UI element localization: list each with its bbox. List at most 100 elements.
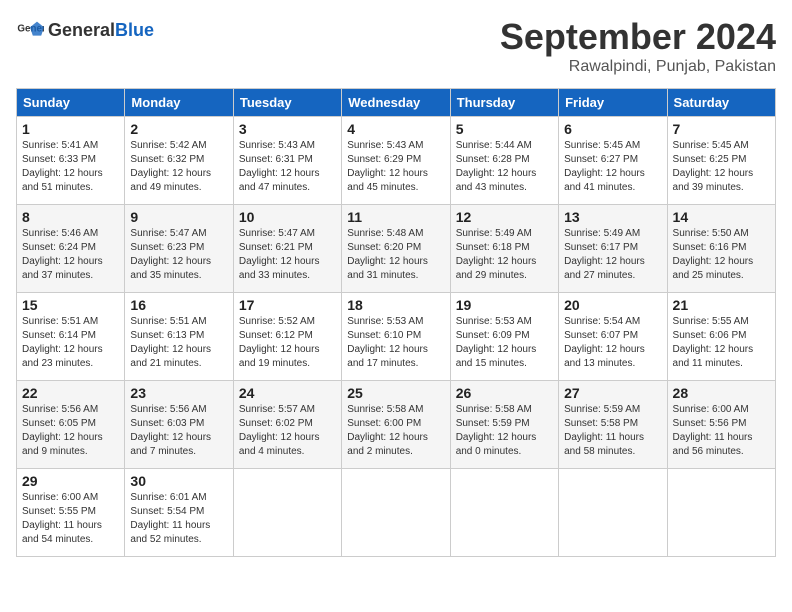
calendar-cell: 12 Sunrise: 5:49 AM Sunset: 6:18 PM Dayl… bbox=[450, 205, 558, 293]
calendar-cell: 15 Sunrise: 5:51 AM Sunset: 6:14 PM Dayl… bbox=[17, 293, 125, 381]
calendar-cell: 21 Sunrise: 5:55 AM Sunset: 6:06 PM Dayl… bbox=[667, 293, 775, 381]
day-number: 13 bbox=[564, 209, 661, 225]
calendar-cell: 1 Sunrise: 5:41 AM Sunset: 6:33 PM Dayli… bbox=[17, 117, 125, 205]
cell-info: Sunrise: 5:48 AM Sunset: 6:20 PM Dayligh… bbox=[347, 227, 444, 283]
weekday-header-tuesday: Tuesday bbox=[233, 89, 341, 117]
weekday-header-wednesday: Wednesday bbox=[342, 89, 450, 117]
weekday-header-monday: Monday bbox=[125, 89, 233, 117]
calendar-cell: 2 Sunrise: 5:42 AM Sunset: 6:32 PM Dayli… bbox=[125, 117, 233, 205]
day-number: 19 bbox=[456, 297, 553, 313]
page-header: General GeneralBlue September 2024 Rawal… bbox=[16, 16, 776, 76]
calendar-cell: 22 Sunrise: 5:56 AM Sunset: 6:05 PM Dayl… bbox=[17, 381, 125, 469]
title-section: September 2024 Rawalpindi, Punjab, Pakis… bbox=[500, 16, 776, 76]
day-number: 10 bbox=[239, 209, 336, 225]
cell-info: Sunrise: 5:55 AM Sunset: 6:06 PM Dayligh… bbox=[673, 315, 770, 371]
calendar-week-row: 1 Sunrise: 5:41 AM Sunset: 6:33 PM Dayli… bbox=[17, 117, 776, 205]
day-number: 29 bbox=[22, 473, 119, 489]
cell-info: Sunrise: 5:49 AM Sunset: 6:18 PM Dayligh… bbox=[456, 227, 553, 283]
cell-info: Sunrise: 6:00 AM Sunset: 5:56 PM Dayligh… bbox=[673, 403, 770, 459]
calendar-cell: 6 Sunrise: 5:45 AM Sunset: 6:27 PM Dayli… bbox=[559, 117, 667, 205]
cell-info: Sunrise: 5:50 AM Sunset: 6:16 PM Dayligh… bbox=[673, 227, 770, 283]
weekday-header-friday: Friday bbox=[559, 89, 667, 117]
cell-info: Sunrise: 5:43 AM Sunset: 6:31 PM Dayligh… bbox=[239, 139, 336, 195]
cell-info: Sunrise: 5:54 AM Sunset: 6:07 PM Dayligh… bbox=[564, 315, 661, 371]
calendar-cell: 11 Sunrise: 5:48 AM Sunset: 6:20 PM Dayl… bbox=[342, 205, 450, 293]
cell-info: Sunrise: 5:45 AM Sunset: 6:25 PM Dayligh… bbox=[673, 139, 770, 195]
calendar-cell: 28 Sunrise: 6:00 AM Sunset: 5:56 PM Dayl… bbox=[667, 381, 775, 469]
cell-info: Sunrise: 5:42 AM Sunset: 6:32 PM Dayligh… bbox=[130, 139, 227, 195]
day-number: 17 bbox=[239, 297, 336, 313]
calendar-cell: 18 Sunrise: 5:53 AM Sunset: 6:10 PM Dayl… bbox=[342, 293, 450, 381]
cell-info: Sunrise: 5:58 AM Sunset: 6:00 PM Dayligh… bbox=[347, 403, 444, 459]
calendar-cell: 9 Sunrise: 5:47 AM Sunset: 6:23 PM Dayli… bbox=[125, 205, 233, 293]
logo-text: GeneralBlue bbox=[48, 20, 154, 41]
cell-info: Sunrise: 5:57 AM Sunset: 6:02 PM Dayligh… bbox=[239, 403, 336, 459]
day-number: 6 bbox=[564, 121, 661, 137]
calendar-week-row: 15 Sunrise: 5:51 AM Sunset: 6:14 PM Dayl… bbox=[17, 293, 776, 381]
calendar-cell: 5 Sunrise: 5:44 AM Sunset: 6:28 PM Dayli… bbox=[450, 117, 558, 205]
day-number: 11 bbox=[347, 209, 444, 225]
calendar-cell: 19 Sunrise: 5:53 AM Sunset: 6:09 PM Dayl… bbox=[450, 293, 558, 381]
day-number: 15 bbox=[22, 297, 119, 313]
calendar-cell bbox=[559, 469, 667, 557]
day-number: 30 bbox=[130, 473, 227, 489]
day-number: 24 bbox=[239, 385, 336, 401]
calendar-cell: 16 Sunrise: 5:51 AM Sunset: 6:13 PM Dayl… bbox=[125, 293, 233, 381]
calendar-cell: 7 Sunrise: 5:45 AM Sunset: 6:25 PM Dayli… bbox=[667, 117, 775, 205]
cell-info: Sunrise: 5:59 AM Sunset: 5:58 PM Dayligh… bbox=[564, 403, 661, 459]
cell-info: Sunrise: 5:46 AM Sunset: 6:24 PM Dayligh… bbox=[22, 227, 119, 283]
calendar-cell bbox=[450, 469, 558, 557]
day-number: 1 bbox=[22, 121, 119, 137]
calendar-table: SundayMondayTuesdayWednesdayThursdayFrid… bbox=[16, 88, 776, 557]
cell-info: Sunrise: 5:43 AM Sunset: 6:29 PM Dayligh… bbox=[347, 139, 444, 195]
day-number: 16 bbox=[130, 297, 227, 313]
day-number: 27 bbox=[564, 385, 661, 401]
day-number: 7 bbox=[673, 121, 770, 137]
day-number: 3 bbox=[239, 121, 336, 137]
cell-info: Sunrise: 5:47 AM Sunset: 6:21 PM Dayligh… bbox=[239, 227, 336, 283]
day-number: 5 bbox=[456, 121, 553, 137]
calendar-cell: 29 Sunrise: 6:00 AM Sunset: 5:55 PM Dayl… bbox=[17, 469, 125, 557]
cell-info: Sunrise: 5:47 AM Sunset: 6:23 PM Dayligh… bbox=[130, 227, 227, 283]
weekday-header-saturday: Saturday bbox=[667, 89, 775, 117]
calendar-cell: 24 Sunrise: 5:57 AM Sunset: 6:02 PM Dayl… bbox=[233, 381, 341, 469]
calendar-cell: 14 Sunrise: 5:50 AM Sunset: 6:16 PM Dayl… bbox=[667, 205, 775, 293]
cell-info: Sunrise: 5:51 AM Sunset: 6:13 PM Dayligh… bbox=[130, 315, 227, 371]
calendar-cell: 10 Sunrise: 5:47 AM Sunset: 6:21 PM Dayl… bbox=[233, 205, 341, 293]
calendar-cell bbox=[233, 469, 341, 557]
cell-info: Sunrise: 5:44 AM Sunset: 6:28 PM Dayligh… bbox=[456, 139, 553, 195]
calendar-cell: 20 Sunrise: 5:54 AM Sunset: 6:07 PM Dayl… bbox=[559, 293, 667, 381]
calendar-cell: 8 Sunrise: 5:46 AM Sunset: 6:24 PM Dayli… bbox=[17, 205, 125, 293]
cell-info: Sunrise: 5:56 AM Sunset: 6:03 PM Dayligh… bbox=[130, 403, 227, 459]
cell-info: Sunrise: 5:58 AM Sunset: 5:59 PM Dayligh… bbox=[456, 403, 553, 459]
calendar-cell: 27 Sunrise: 5:59 AM Sunset: 5:58 PM Dayl… bbox=[559, 381, 667, 469]
calendar-week-row: 22 Sunrise: 5:56 AM Sunset: 6:05 PM Dayl… bbox=[17, 381, 776, 469]
day-number: 25 bbox=[347, 385, 444, 401]
location-title: Rawalpindi, Punjab, Pakistan bbox=[500, 58, 776, 76]
calendar-week-row: 29 Sunrise: 6:00 AM Sunset: 5:55 PM Dayl… bbox=[17, 469, 776, 557]
calendar-week-row: 8 Sunrise: 5:46 AM Sunset: 6:24 PM Dayli… bbox=[17, 205, 776, 293]
calendar-cell bbox=[667, 469, 775, 557]
cell-info: Sunrise: 5:41 AM Sunset: 6:33 PM Dayligh… bbox=[22, 139, 119, 195]
calendar-cell: 13 Sunrise: 5:49 AM Sunset: 6:17 PM Dayl… bbox=[559, 205, 667, 293]
logo: General GeneralBlue bbox=[16, 16, 154, 44]
calendar-cell: 30 Sunrise: 6:01 AM Sunset: 5:54 PM Dayl… bbox=[125, 469, 233, 557]
month-title: September 2024 bbox=[500, 16, 776, 58]
day-number: 9 bbox=[130, 209, 227, 225]
day-number: 23 bbox=[130, 385, 227, 401]
cell-info: Sunrise: 5:51 AM Sunset: 6:14 PM Dayligh… bbox=[22, 315, 119, 371]
cell-info: Sunrise: 5:45 AM Sunset: 6:27 PM Dayligh… bbox=[564, 139, 661, 195]
day-number: 8 bbox=[22, 209, 119, 225]
calendar-cell: 4 Sunrise: 5:43 AM Sunset: 6:29 PM Dayli… bbox=[342, 117, 450, 205]
calendar-cell: 3 Sunrise: 5:43 AM Sunset: 6:31 PM Dayli… bbox=[233, 117, 341, 205]
logo-icon: General bbox=[16, 16, 44, 44]
weekday-header-row: SundayMondayTuesdayWednesdayThursdayFrid… bbox=[17, 89, 776, 117]
calendar-cell bbox=[342, 469, 450, 557]
cell-info: Sunrise: 5:53 AM Sunset: 6:09 PM Dayligh… bbox=[456, 315, 553, 371]
cell-info: Sunrise: 5:52 AM Sunset: 6:12 PM Dayligh… bbox=[239, 315, 336, 371]
day-number: 12 bbox=[456, 209, 553, 225]
cell-info: Sunrise: 6:00 AM Sunset: 5:55 PM Dayligh… bbox=[22, 491, 119, 547]
day-number: 20 bbox=[564, 297, 661, 313]
cell-info: Sunrise: 5:49 AM Sunset: 6:17 PM Dayligh… bbox=[564, 227, 661, 283]
day-number: 4 bbox=[347, 121, 444, 137]
